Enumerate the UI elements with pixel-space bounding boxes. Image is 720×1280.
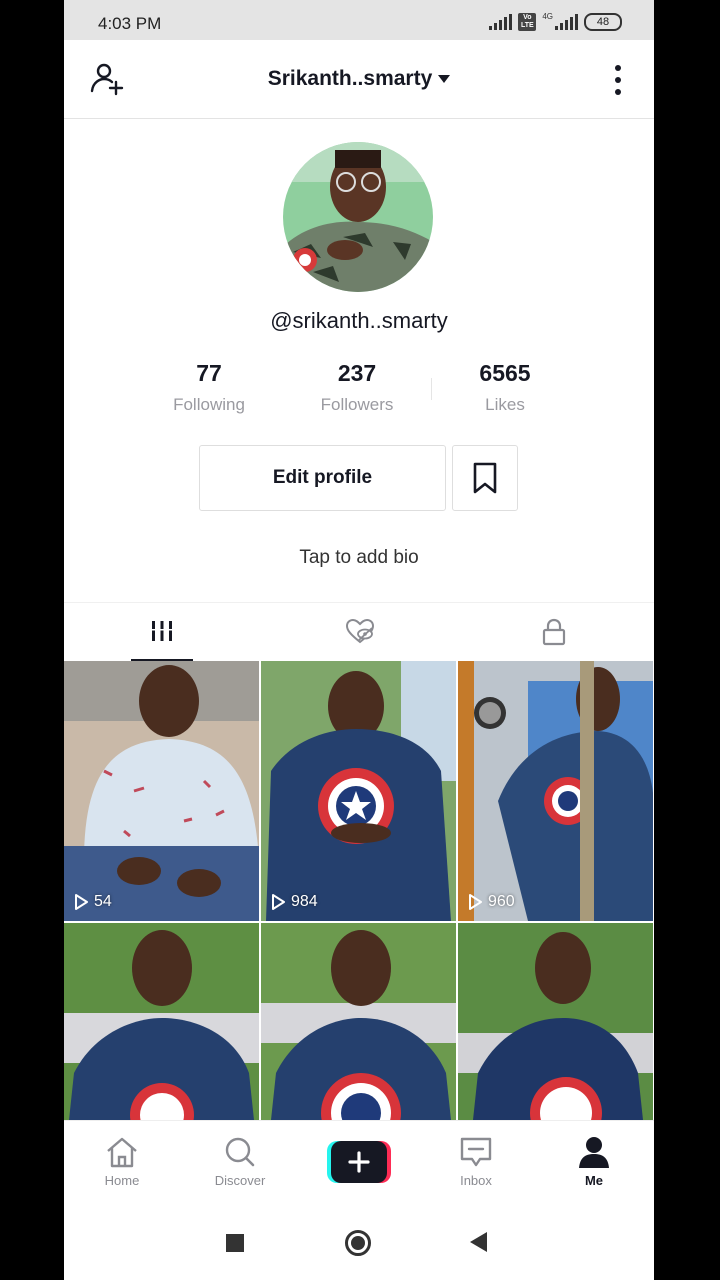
stat-followers[interactable]: 237 Followers — [282, 360, 432, 415]
nav-discover[interactable]: Discover — [190, 1135, 290, 1188]
add-bio-prompt[interactable]: Tap to add bio — [64, 547, 654, 569]
tab-private[interactable] — [456, 603, 652, 661]
avatar[interactable] — [283, 142, 433, 292]
content-tabs — [64, 602, 654, 662]
profile-icon — [579, 1137, 609, 1168]
inbox-icon — [460, 1137, 492, 1167]
nav-label: Discover — [214, 1173, 266, 1188]
view-count-value: 960 — [488, 893, 515, 910]
search-icon — [225, 1137, 255, 1167]
video-thumbnail[interactable]: 54 — [64, 661, 259, 921]
back-button[interactable] — [470, 1232, 487, 1252]
edit-profile-button[interactable]: Edit profile — [199, 445, 446, 511]
account-name: Srikanth..smarty — [267, 67, 433, 90]
account-switcher[interactable]: Srikanth..smarty — [64, 67, 654, 91]
battery-icon: 48 — [584, 13, 622, 31]
view-count-value: 984 — [291, 893, 318, 910]
signal-icon — [489, 14, 513, 30]
home-icon — [107, 1137, 137, 1168]
lock-icon — [542, 618, 566, 646]
create-plus-icon — [327, 1141, 391, 1183]
profile-stats: 77 Following 237 Followers 6565 Likes — [134, 360, 594, 420]
stat-likes[interactable]: 6565 Likes — [430, 360, 580, 415]
nav-label: Me — [584, 1173, 604, 1188]
bottom-nav: Home Discover Inbox Me — [64, 1120, 654, 1205]
thumbnail-image — [64, 923, 259, 1120]
nav-home[interactable]: Home — [72, 1135, 172, 1188]
hidden-heart-icon — [345, 618, 375, 644]
view-count: 960 — [468, 893, 515, 911]
nav-me[interactable]: Me — [544, 1135, 644, 1188]
system-nav-bar — [64, 1204, 654, 1280]
stat-label: Following — [173, 395, 245, 414]
nav-label: Home — [104, 1173, 140, 1188]
thumbnail-image — [261, 661, 456, 921]
tab-liked[interactable] — [260, 603, 456, 661]
profile-header: Srikanth..smarty — [64, 40, 654, 119]
chevron-down-icon — [438, 75, 451, 84]
play-icon — [469, 894, 482, 910]
status-icons: Vo LTE 4G 48 — [489, 11, 622, 31]
grid-icon — [150, 621, 174, 641]
avatar-photo — [283, 142, 433, 292]
more-vertical-icon — [615, 65, 621, 95]
status-time: 4:03 PM — [98, 14, 162, 33]
profile-handle: @srikanth..smarty — [270, 308, 448, 333]
recent-apps-button[interactable] — [226, 1234, 244, 1252]
play-icon — [75, 894, 88, 910]
stat-following[interactable]: 77 Following — [134, 360, 284, 415]
video-thumbnail[interactable]: 960 — [458, 661, 653, 921]
nav-label: Inbox — [460, 1173, 492, 1188]
stat-value: 77 — [196, 360, 222, 386]
network-type: 4G — [542, 11, 553, 21]
thumbnail-image — [458, 923, 653, 1120]
nav-inbox[interactable]: Inbox — [426, 1135, 526, 1188]
view-count: 984 — [271, 893, 318, 911]
thumbnail-image — [261, 923, 456, 1120]
stat-value: 237 — [337, 360, 377, 386]
video-thumbnail[interactable]: 984 — [261, 661, 456, 921]
video-thumbnail[interactable] — [458, 923, 653, 1120]
more-options-button[interactable] — [608, 62, 628, 98]
thumbnail-image — [64, 661, 259, 921]
home-system-dot — [351, 1236, 365, 1250]
signal-icon-2 — [555, 14, 578, 30]
stat-label: Likes — [485, 395, 525, 414]
phone-screen: 4:03 PM Vo LTE 4G 48 Srikanth..smarty @s… — [64, 0, 654, 1280]
view-count-value: 54 — [94, 893, 112, 910]
play-icon — [272, 894, 285, 910]
stat-label: Followers — [320, 395, 394, 414]
favorites-button[interactable] — [452, 445, 518, 511]
video-thumbnail[interactable] — [64, 923, 259, 1120]
video-thumbnail[interactable] — [261, 923, 456, 1120]
tab-videos[interactable] — [64, 603, 260, 662]
status-bar: 4:03 PM Vo LTE 4G 48 — [64, 0, 654, 40]
home-system-button[interactable] — [345, 1230, 371, 1256]
create-video-button[interactable] — [327, 1141, 391, 1183]
view-count: 54 — [74, 893, 112, 911]
thumbnail-image — [458, 661, 653, 921]
stat-value: 6565 — [479, 360, 531, 386]
volte-badge: Vo LTE — [518, 13, 537, 31]
bookmark-icon — [473, 462, 497, 494]
video-grid: 54 984 960 — [64, 661, 654, 1120]
